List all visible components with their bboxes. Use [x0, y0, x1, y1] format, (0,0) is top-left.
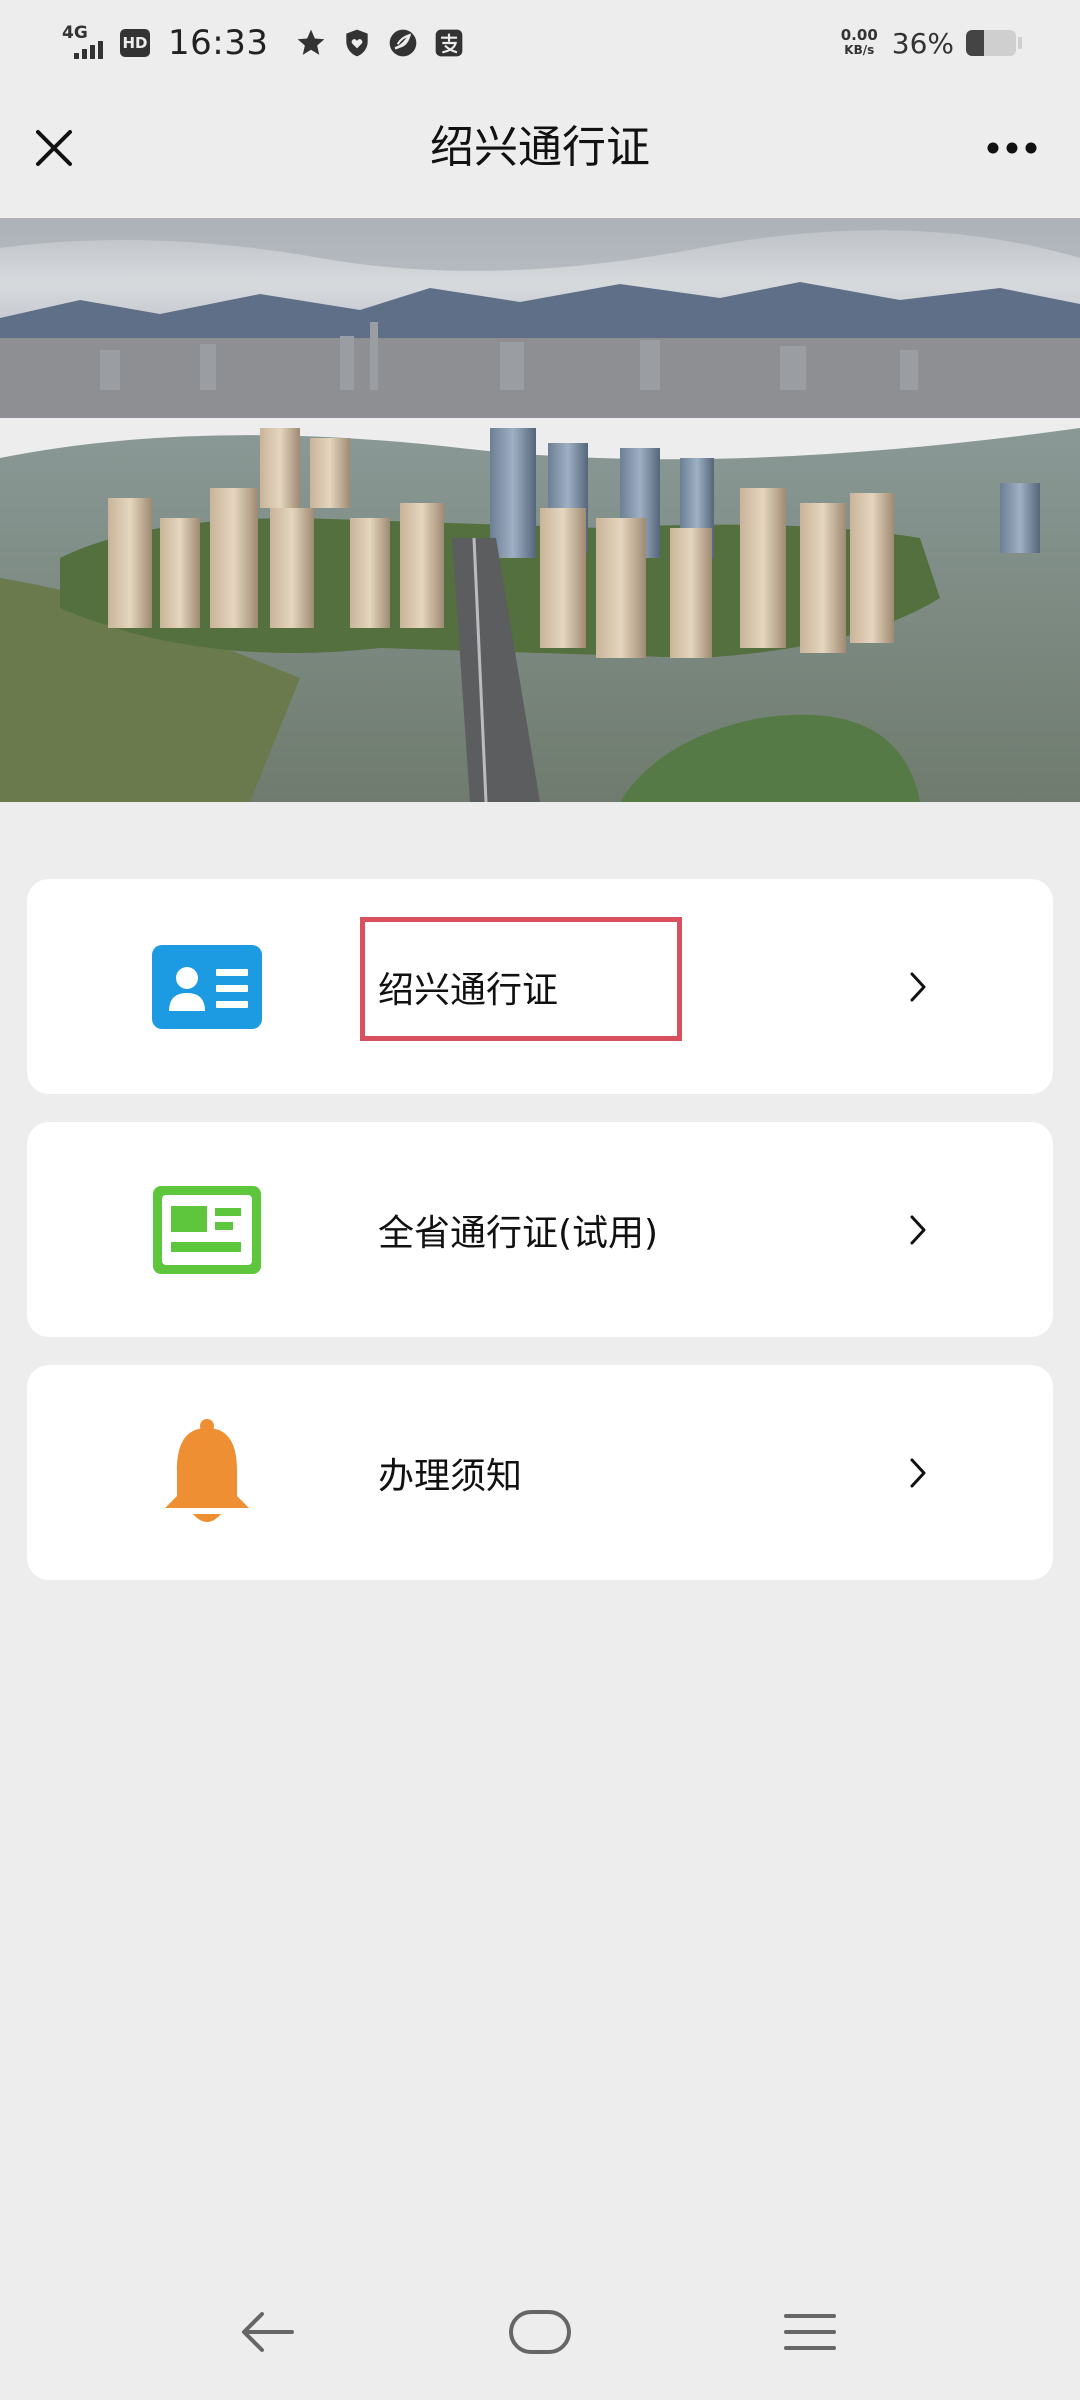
license-card-icon: [152, 1175, 262, 1285]
battery-tip: [1018, 37, 1022, 49]
menu-button[interactable]: [770, 2300, 850, 2364]
signal-icon: 4G: [60, 21, 110, 65]
menu-item-label: 绍兴通行证: [378, 969, 559, 1011]
nav-bar: 绍兴通行证: [0, 86, 1080, 218]
pay-icon: [430, 24, 468, 62]
status-bar-left: 4G HD 16:33: [60, 18, 476, 68]
net-speed-unit: KB/s: [844, 43, 875, 57]
battery-percent: 36%: [891, 26, 954, 60]
page-title: 绍兴通行证: [430, 122, 650, 173]
status-time: 16:33: [168, 23, 269, 63]
status-bar-right: 0.00 KB/s 36%: [841, 18, 1022, 68]
home-icon: [509, 2310, 571, 2354]
menu-item-shaoxing-pass[interactable]: 绍兴通行证: [27, 879, 1053, 1094]
id-card-icon: [152, 932, 262, 1042]
star-icon: [292, 24, 330, 62]
hamburger-icon: [784, 2314, 836, 2350]
shield-heart-icon: [338, 24, 376, 62]
more-button[interactable]: [966, 116, 1058, 180]
net-speed: 0.00 KB/s: [841, 28, 878, 58]
back-button[interactable]: [228, 2300, 308, 2364]
city-aerial-photo: [0, 218, 1080, 802]
menu-item-label: 全省通行证(试用): [378, 1212, 659, 1254]
banner-image: [0, 218, 1080, 802]
bell-icon: [152, 1418, 262, 1528]
leaf-icon: [384, 24, 422, 62]
network-type: 4G: [62, 23, 88, 43]
signal-bars: [74, 41, 103, 59]
status-bar: 4G HD 16:33 0.00 KB/s 36%: [0, 0, 1080, 86]
battery-fill: [966, 30, 984, 56]
menu-item-label: 办理须知: [378, 1455, 523, 1497]
menu-item-province-pass[interactable]: 全省通行证(试用): [27, 1122, 1053, 1337]
home-button[interactable]: [500, 2300, 580, 2364]
chevron-right-icon: [903, 967, 933, 1007]
more-icon: [987, 142, 1037, 154]
menu-list: 绍兴通行证 全省通行证(试用) 办理须知: [27, 879, 1053, 1608]
menu-item-instructions[interactable]: 办理须知: [27, 1365, 1053, 1580]
chevron-right-icon: [903, 1210, 933, 1250]
net-speed-value: 0.00: [840, 26, 878, 44]
battery-icon: [966, 30, 1016, 56]
chevron-right-icon: [903, 1453, 933, 1493]
hd-badge: HD: [120, 29, 150, 57]
back-arrow-icon: [242, 2312, 294, 2352]
system-nav-bar: [0, 2290, 1080, 2380]
